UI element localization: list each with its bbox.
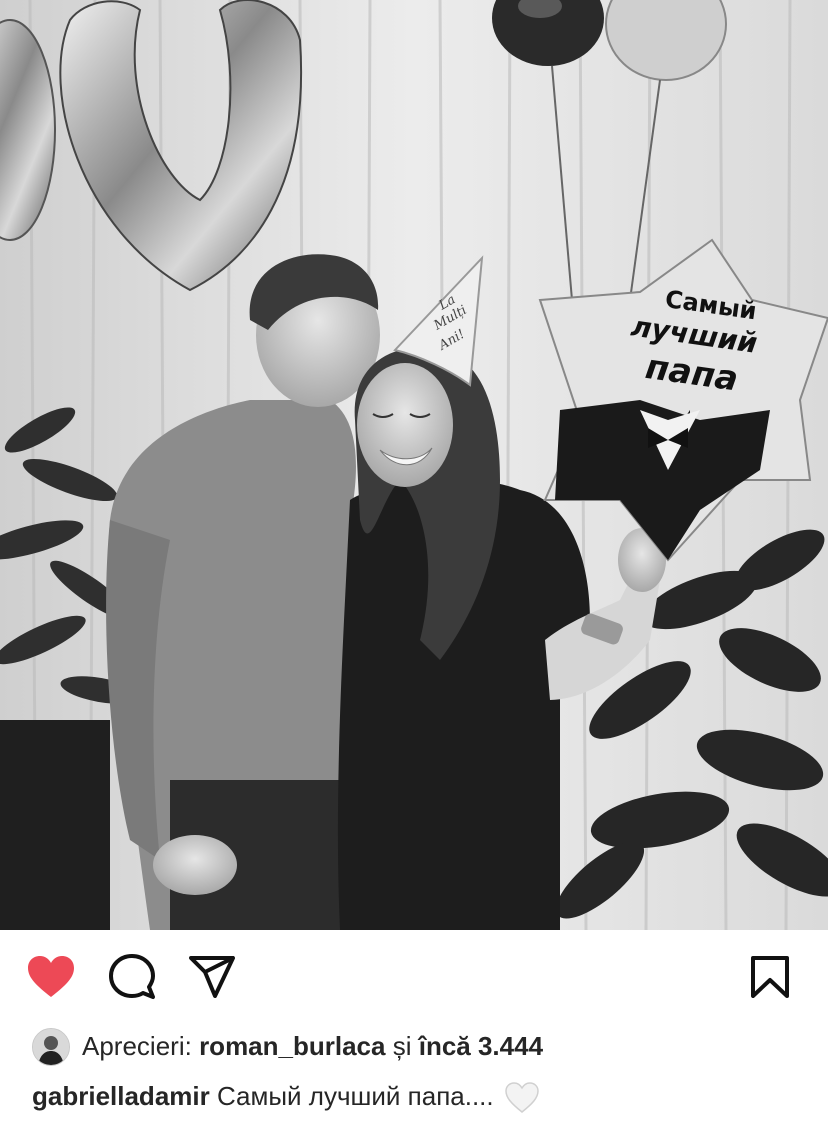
likes-connector: și bbox=[392, 1031, 412, 1061]
share-button[interactable] bbox=[187, 952, 237, 1002]
caption-text: Самый лучший папа.... bbox=[216, 1081, 494, 1111]
caption-username[interactable]: gabrielladamir bbox=[32, 1081, 210, 1111]
white-heart-icon bbox=[505, 1082, 539, 1114]
share-icon bbox=[189, 956, 235, 998]
comment-button[interactable] bbox=[107, 952, 157, 1002]
caption-row: gabrielladamir Самый лучший папа.... bbox=[32, 1076, 812, 1116]
post-actions-bar bbox=[0, 930, 828, 1024]
heart-icon bbox=[28, 956, 74, 997]
like-button[interactable] bbox=[26, 952, 76, 1002]
likes-summary: Aprecieri: roman_burlaca și încă 3.444 bbox=[82, 1030, 543, 1062]
post-photo[interactable]: La Mulți Ani! Самый лучший папа bbox=[0, 0, 828, 930]
save-button[interactable] bbox=[745, 952, 795, 1002]
bookmark-icon bbox=[751, 956, 789, 998]
comment-icon bbox=[109, 954, 155, 999]
likes-prefix: Aprecieri: bbox=[82, 1031, 192, 1061]
likes-row: Aprecieri: roman_burlaca și încă 3.444 bbox=[0, 1024, 828, 1070]
likes-count-link[interactable]: încă 3.444 bbox=[419, 1031, 543, 1061]
liker-username[interactable]: roman_burlaca bbox=[199, 1031, 385, 1061]
liker-avatar[interactable] bbox=[32, 1028, 70, 1066]
